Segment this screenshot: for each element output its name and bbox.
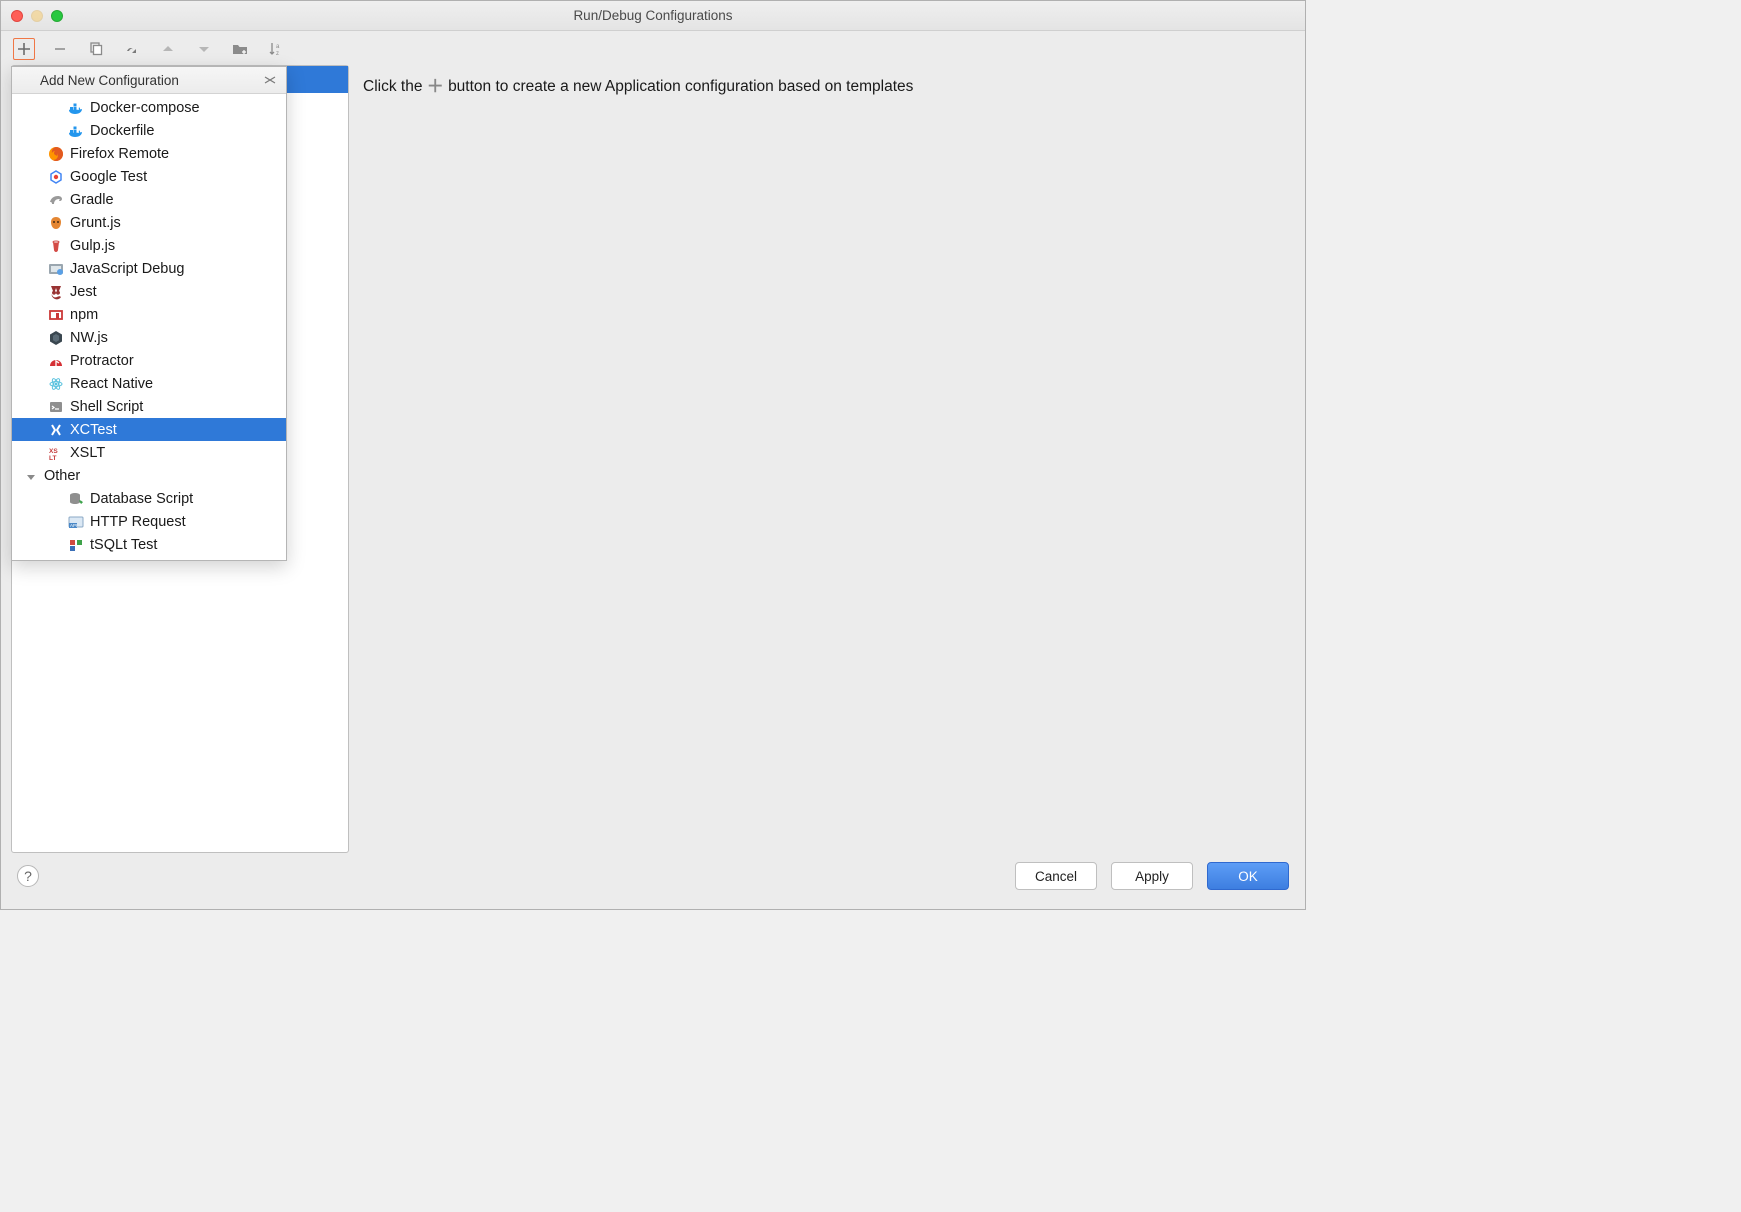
- config-type-label: Gradle: [70, 192, 114, 208]
- shell-icon: [48, 399, 64, 415]
- config-type-label: Google Test: [70, 169, 147, 185]
- copy-configuration-button[interactable]: [85, 38, 107, 60]
- cancel-button[interactable]: Cancel: [1015, 862, 1097, 890]
- svg-text:a: a: [276, 44, 280, 50]
- config-type-item-nw-js[interactable]: NW.js: [12, 326, 286, 349]
- config-type-item-javascript-debug[interactable]: JavaScript Debug: [12, 257, 286, 280]
- docker-icon: [68, 123, 84, 139]
- gradle-icon: [48, 192, 64, 208]
- tsqlt-icon: [68, 537, 84, 553]
- remove-configuration-button[interactable]: [49, 38, 71, 60]
- popup-title: Add New Configuration: [40, 73, 179, 88]
- popup-header: Add New Configuration: [12, 67, 286, 94]
- move-up-button[interactable]: [157, 38, 179, 60]
- config-type-label: Dockerfile: [90, 123, 154, 139]
- config-type-item-grunt-js[interactable]: Grunt.js: [12, 211, 286, 234]
- move-down-button[interactable]: [193, 38, 215, 60]
- react-icon: [48, 376, 64, 392]
- gtest-icon: [48, 169, 64, 185]
- config-type-item-utplsql-test[interactable]: utPLSQL Test: [12, 556, 286, 560]
- detail-pane: Click the ＋ button to create a new Appli…: [349, 65, 1295, 853]
- config-type-label: Other: [44, 468, 80, 484]
- hint-text-after: button to create a new Application confi…: [448, 78, 913, 95]
- configuration-type-list[interactable]: Docker-compose Dockerfile Firefox Remote Go…: [12, 94, 286, 560]
- grunt-icon: [48, 215, 64, 231]
- protractor-icon: [48, 353, 64, 369]
- svg-text:API: API: [70, 523, 77, 528]
- config-type-label: Protractor: [70, 353, 134, 369]
- config-type-label: React Native: [70, 376, 153, 392]
- config-type-item-dockerfile[interactable]: Dockerfile: [12, 119, 286, 142]
- config-type-item-shell-script[interactable]: Shell Script: [12, 395, 286, 418]
- config-type-label: XCTest: [70, 422, 117, 438]
- config-type-item-npm[interactable]: npm: [12, 303, 286, 326]
- hint-text-before: Click the: [363, 78, 422, 95]
- firefox-icon: [48, 146, 64, 162]
- config-type-label: utPLSQL Test: [90, 560, 179, 561]
- config-type-item-react-native[interactable]: React Native: [12, 372, 286, 395]
- collapse-all-icon[interactable]: [262, 72, 278, 88]
- config-type-item-firefox-remote[interactable]: Firefox Remote: [12, 142, 286, 165]
- edit-templates-button[interactable]: [121, 38, 143, 60]
- xctest-icon: [48, 422, 64, 438]
- configurations-toolbar: az: [11, 37, 1295, 65]
- gulp-icon: [48, 238, 64, 254]
- config-type-label: HTTP Request: [90, 514, 186, 530]
- config-type-item-jest[interactable]: Jest: [12, 280, 286, 303]
- add-configuration-button[interactable]: [13, 38, 35, 60]
- config-type-label: XSLT: [70, 445, 105, 461]
- config-type-label: Database Script: [90, 491, 193, 507]
- config-type-item-google-test[interactable]: Google Test: [12, 165, 286, 188]
- ok-button[interactable]: OK: [1207, 862, 1289, 890]
- titlebar: Run/Debug Configurations: [1, 1, 1305, 31]
- xslt-icon: XSLT: [48, 445, 64, 461]
- apply-button[interactable]: Apply: [1111, 862, 1193, 890]
- window-title: Run/Debug Configurations: [1, 8, 1305, 23]
- docker-icon: [68, 100, 84, 116]
- jsdebug-icon: [48, 261, 64, 277]
- config-type-label: Grunt.js: [70, 215, 121, 231]
- run-debug-configurations-dialog: Run/Debug Configurations: [0, 0, 1306, 910]
- config-type-label: Firefox Remote: [70, 146, 169, 162]
- sort-button[interactable]: az: [265, 38, 287, 60]
- config-type-item-gulp-js[interactable]: Gulp.js: [12, 234, 286, 257]
- config-type-item-gradle[interactable]: Gradle: [12, 188, 286, 211]
- configurations-tree[interactable]: Add New Configuration Docker-composeDock…: [11, 65, 349, 853]
- config-type-label: Jest: [70, 284, 97, 300]
- jest-icon: [48, 284, 64, 300]
- config-type-item-xslt[interactable]: XSLTXSLT: [12, 441, 286, 464]
- config-type-item-http-request[interactable]: API HTTP Request: [12, 510, 286, 533]
- utplsql-icon: [68, 560, 84, 561]
- config-type-label: Shell Script: [70, 399, 143, 415]
- nwjs-icon: [48, 330, 64, 346]
- svg-text:XS: XS: [49, 448, 58, 455]
- new-folder-button[interactable]: [229, 38, 251, 60]
- config-type-label: tSQLt Test: [90, 537, 157, 553]
- db-icon: [68, 491, 84, 507]
- npm-icon: [48, 307, 64, 323]
- config-type-item-xctest[interactable]: XCTest: [12, 418, 286, 441]
- disclosure-triangle-icon: [26, 471, 36, 481]
- config-type-item-tsqlt-test[interactable]: tSQLt Test: [12, 533, 286, 556]
- svg-text:LT: LT: [49, 455, 56, 461]
- config-type-label: JavaScript Debug: [70, 261, 184, 277]
- config-type-label: NW.js: [70, 330, 108, 346]
- help-button[interactable]: ?: [17, 865, 39, 887]
- config-type-label: Docker-compose: [90, 100, 200, 116]
- config-type-label: Gulp.js: [70, 238, 115, 254]
- http-icon: API: [68, 514, 84, 530]
- svg-text:z: z: [276, 51, 279, 57]
- plus-icon: ＋: [427, 72, 444, 97]
- config-type-item-docker-compose[interactable]: Docker-compose: [12, 96, 286, 119]
- config-type-item-database-script[interactable]: Database Script: [12, 487, 286, 510]
- dialog-footer: ? Cancel Apply OK: [11, 853, 1295, 899]
- config-type-label: npm: [70, 307, 98, 323]
- config-type-item-other[interactable]: Other: [12, 464, 286, 487]
- add-new-configuration-popup: Add New Configuration Docker-composeDock…: [11, 66, 287, 561]
- config-type-item-protractor[interactable]: Protractor: [12, 349, 286, 372]
